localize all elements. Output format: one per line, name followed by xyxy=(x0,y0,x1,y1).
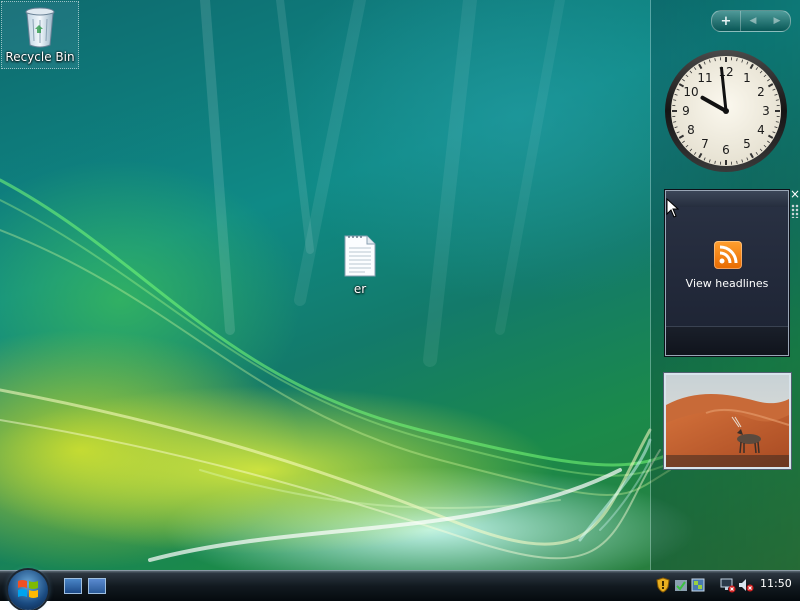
clock-center-pin xyxy=(723,108,729,114)
clock-numeral-3: 3 xyxy=(762,104,770,118)
windows-sidebar: + ◀ ▶ xyxy=(650,0,800,570)
desktop-background[interactable]: Recycle Bin er + ◀ ▶ xyxy=(0,0,800,570)
gadget-drag-handle[interactable] xyxy=(791,204,799,218)
volume-muted-icon[interactable] xyxy=(738,577,754,593)
clock-numeral-6: 6 xyxy=(722,143,730,157)
clock-numeral-11: 11 xyxy=(697,71,712,85)
slideshow-gadget[interactable] xyxy=(664,373,791,469)
rss-feed-icon xyxy=(714,241,742,269)
recycle-bin-icon xyxy=(23,5,57,49)
network-icon[interactable] xyxy=(690,577,706,593)
feed-gadget-footer xyxy=(666,326,788,355)
gadget-close-button[interactable]: × xyxy=(789,188,800,200)
text-document-icon xyxy=(343,234,377,278)
security-shield-icon[interactable] xyxy=(655,577,671,593)
feed-gadget-header xyxy=(666,191,788,207)
recycle-bin-label: Recycle Bin xyxy=(2,50,78,64)
clock-numeral-7: 7 xyxy=(701,137,709,151)
clock-numeral-2: 2 xyxy=(757,85,765,99)
clock-numeral-10: 10 xyxy=(683,85,698,99)
mouse-pointer-icon xyxy=(666,198,680,218)
clock-numeral-8: 8 xyxy=(687,123,695,137)
previous-page-button[interactable]: ◀ xyxy=(741,11,765,31)
switch-windows-icon[interactable] xyxy=(88,578,106,594)
desktop-icon-recycle-bin[interactable]: Recycle Bin xyxy=(1,1,79,69)
show-desktop-icon[interactable] xyxy=(64,578,82,594)
notification-area: 11:50 xyxy=(650,572,800,598)
clock-numeral-5: 5 xyxy=(743,137,751,151)
feed-headlines-gadget[interactable]: View headlines xyxy=(665,190,789,356)
view-headlines-link[interactable]: View headlines xyxy=(666,277,788,290)
next-page-button[interactable]: ▶ xyxy=(765,11,789,31)
desktop-icon-er-file[interactable]: er xyxy=(322,234,398,296)
clock-gadget[interactable]: 12 1 2 3 4 5 6 7 8 9 10 11 xyxy=(663,48,789,174)
taskbar-clock[interactable]: 11:50 xyxy=(760,577,792,590)
clock-numeral-1: 1 xyxy=(743,71,751,85)
clock-numeral-9: 9 xyxy=(682,104,690,118)
er-file-label: er xyxy=(322,282,398,296)
oryx-in-desert-photo xyxy=(666,375,789,467)
start-button[interactable] xyxy=(8,570,48,610)
display-connection-icon[interactable] xyxy=(720,577,736,593)
clock-numeral-4: 4 xyxy=(757,123,765,137)
add-gadget-button[interactable]: + xyxy=(712,11,741,31)
windows-defender-icon[interactable] xyxy=(673,577,689,593)
windows-logo-icon xyxy=(17,578,39,600)
sidebar-controls: + ◀ ▶ xyxy=(711,10,791,32)
